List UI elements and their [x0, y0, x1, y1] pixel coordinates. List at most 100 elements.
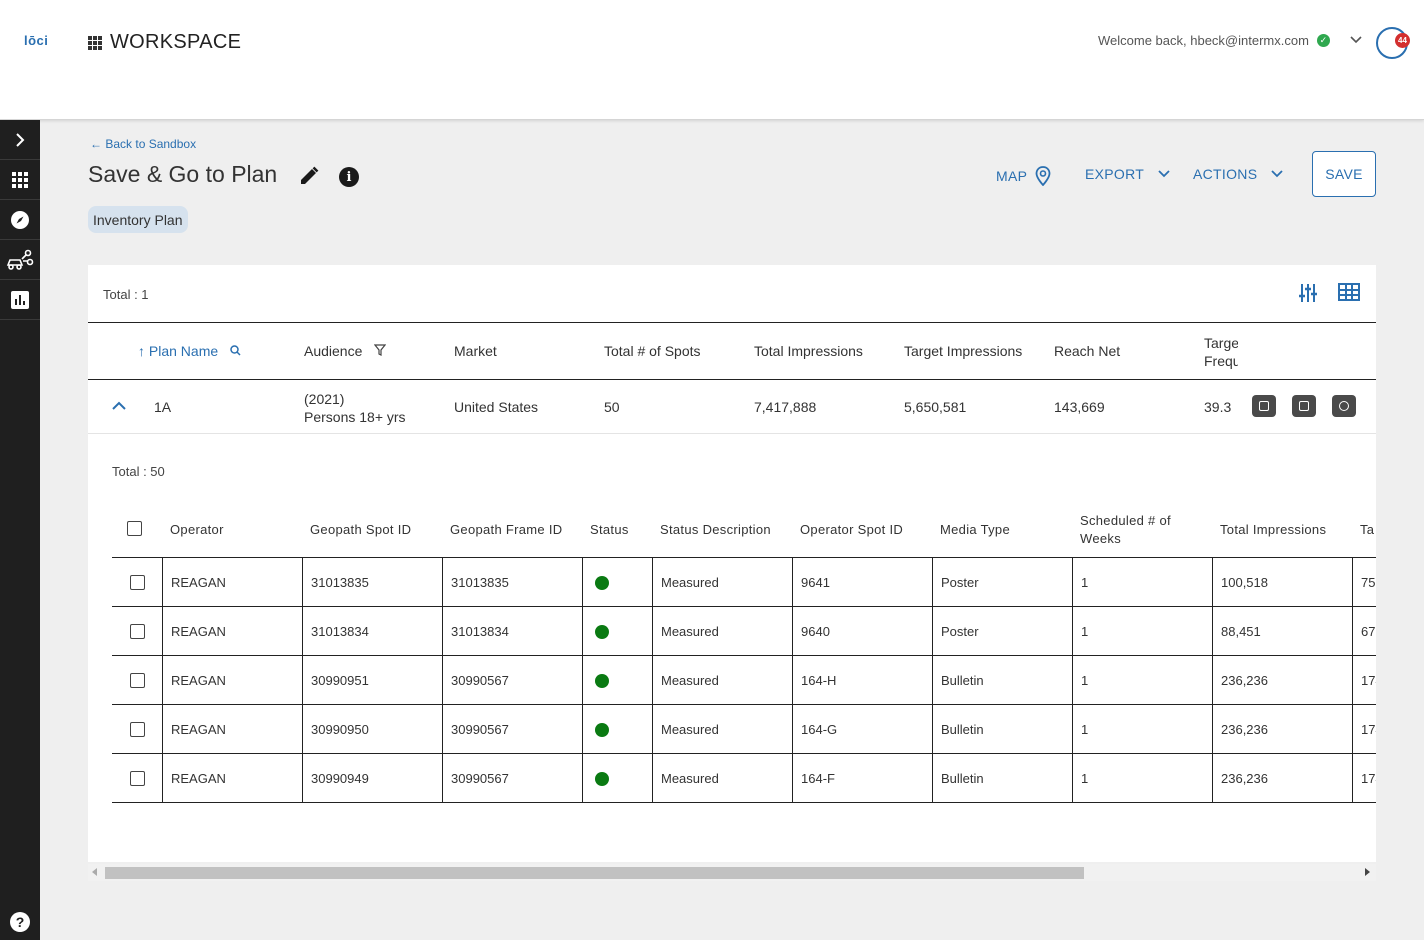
- info-icon[interactable]: i: [339, 167, 359, 187]
- search-icon[interactable]: [230, 345, 241, 356]
- status-dot-icon: [595, 575, 609, 590]
- row-checkbox[interactable]: [112, 607, 162, 656]
- refresh-icon[interactable]: [1332, 395, 1356, 417]
- column-settings-icon[interactable]: [1298, 283, 1318, 303]
- row-checkbox[interactable]: [112, 754, 162, 803]
- spot-scheduled-weeks: 1: [1072, 754, 1212, 803]
- horizontal-scrollbar[interactable]: [88, 864, 1376, 881]
- spot-operator: REAGAN: [162, 607, 302, 656]
- actions-dropdown[interactable]: ACTIONS: [1193, 166, 1283, 182]
- help-icon[interactable]: ?: [10, 912, 30, 932]
- back-to-sandbox-link[interactable]: ← Back to Sandbox: [90, 137, 196, 151]
- spot-operator-spot-id: 164-H: [792, 656, 932, 705]
- row-checkbox[interactable]: [112, 656, 162, 705]
- spot-status-description: Measured: [652, 558, 792, 607]
- checkbox[interactable]: [129, 575, 145, 590]
- spot-target-impressions: 174: [1352, 656, 1376, 705]
- apps-grid-icon: [88, 35, 102, 50]
- spot-status-description: Measured: [652, 754, 792, 803]
- scheduled-weeks-column-header[interactable]: Scheduled # of Weeks: [1080, 512, 1190, 548]
- spot-geopath-id: 31013835: [302, 558, 442, 607]
- sidebar-item-explore[interactable]: [0, 200, 40, 240]
- table-view-icon[interactable]: [1338, 283, 1360, 301]
- app-logo[interactable]: lōci: [24, 33, 48, 48]
- filter-icon[interactable]: [374, 344, 387, 356]
- plan-name-column-header[interactable]: ↑ Plan Name: [138, 343, 241, 359]
- checkbox[interactable]: [129, 624, 145, 639]
- checkbox[interactable]: [129, 722, 145, 737]
- add-to-plan-icon[interactable]: [1252, 395, 1276, 417]
- table-row[interactable]: REAGAN 31013834 31013834 Measured 9640 Poster…: [112, 607, 1376, 656]
- sidebar-item-reports[interactable]: [0, 280, 40, 320]
- scroll-right-arrow-icon[interactable]: [1365, 868, 1370, 876]
- sort-arrow-up-icon[interactable]: ↑: [138, 343, 145, 359]
- plan-total-impressions: 7,417,888: [754, 399, 817, 415]
- spots-column-header[interactable]: Total # of Spots: [604, 343, 701, 359]
- spot-status-description: Measured: [652, 607, 792, 656]
- scroll-left-arrow-icon[interactable]: [92, 868, 97, 876]
- status-description-column-header[interactable]: Status Description: [660, 522, 771, 537]
- spot-media-type: Poster: [932, 607, 1072, 656]
- row-checkbox[interactable]: [112, 558, 162, 607]
- spot-geopath-id: 30990951: [302, 656, 442, 705]
- spot-media-type: Bulletin: [932, 754, 1072, 803]
- spot-operator-spot-id: 164-F: [792, 754, 932, 803]
- table-row[interactable]: REAGAN 30990951 30990567 Measured 164-H Bulle…: [112, 656, 1376, 705]
- status-dot-icon: [595, 673, 609, 688]
- sidebar-expand-button[interactable]: [0, 120, 40, 160]
- avatar[interactable]: 44: [1376, 27, 1410, 59]
- plan-reach-net: 143,669: [1054, 399, 1105, 415]
- scrollbar-thumb[interactable]: [105, 867, 1084, 879]
- arrow-left-icon: ←: [90, 137, 102, 151]
- frame-id-column-header[interactable]: Geopath Frame ID: [450, 522, 562, 537]
- delete-icon[interactable]: [1292, 395, 1316, 417]
- map-button[interactable]: MAP: [996, 166, 1051, 186]
- spot-media-type: Bulletin: [932, 656, 1072, 705]
- spot-status: [582, 705, 652, 754]
- collapse-row-icon[interactable]: [112, 397, 126, 413]
- operator-spot-id-column-header[interactable]: Operator Spot ID: [800, 522, 903, 537]
- checkbox[interactable]: [129, 771, 145, 786]
- chevron-down-icon[interactable]: [1350, 35, 1362, 47]
- export-dropdown[interactable]: EXPORT: [1085, 166, 1170, 182]
- edit-pencil-icon[interactable]: [298, 165, 320, 192]
- status-dot-icon: [595, 624, 609, 639]
- spot-total-impressions: 236,236: [1212, 656, 1352, 705]
- market-column-header[interactable]: Market: [454, 343, 497, 359]
- status-column-header[interactable]: Status: [590, 522, 629, 537]
- reach-net-column-header[interactable]: Reach Net: [1054, 343, 1120, 359]
- save-button[interactable]: SAVE: [1312, 151, 1376, 197]
- target-column-header[interactable]: Ta: [1360, 522, 1374, 537]
- spot-geopath-id: 30990949: [302, 754, 442, 803]
- operator-column-header[interactable]: Operator: [170, 522, 224, 537]
- spot-total-impressions: 236,236: [1212, 705, 1352, 754]
- spot-status-description: Measured: [652, 705, 792, 754]
- plans-total: Total : 1: [103, 287, 149, 302]
- sidebar-item-workspace[interactable]: [0, 160, 40, 200]
- spot-impressions-column-header[interactable]: Total Impressions: [1220, 522, 1326, 537]
- spot-id-column-header[interactable]: Geopath Spot ID: [310, 522, 411, 537]
- audience-column-header[interactable]: Audience: [304, 343, 387, 359]
- spot-frame-id: 31013834: [442, 607, 582, 656]
- spot-status: [582, 656, 652, 705]
- spot-operator: REAGAN: [162, 705, 302, 754]
- sidebar-item-network[interactable]: [0, 240, 40, 280]
- spot-operator-spot-id: 164-G: [792, 705, 932, 754]
- select-all-checkbox[interactable]: [127, 521, 142, 539]
- target-frequency-column-header[interactable]: Targe Frequ: [1204, 334, 1238, 370]
- table-row[interactable]: REAGAN 30990949 30990567 Measured 164-F Bulle…: [112, 754, 1376, 803]
- target-impressions-column-header[interactable]: Target Impressions: [904, 343, 1022, 359]
- user-menu[interactable]: Welcome back, hbeck@intermx.com ✓: [1098, 33, 1362, 48]
- table-row[interactable]: REAGAN 30990950 30990567 Measured 164-G Bulle…: [112, 705, 1376, 754]
- spot-media-type: Poster: [932, 558, 1072, 607]
- workspace-menu[interactable]: WORKSPACE: [88, 31, 241, 54]
- total-impressions-column-header[interactable]: Total Impressions: [754, 343, 863, 359]
- media-type-column-header[interactable]: Media Type: [940, 522, 1010, 537]
- row-checkbox[interactable]: [112, 705, 162, 754]
- table-row[interactable]: REAGAN 31013835 31013835 Measured 9641 Poster…: [112, 558, 1376, 607]
- spot-scheduled-weeks: 1: [1072, 705, 1212, 754]
- table-row[interactable]: 1A (2021) Persons 18+ yrs United States …: [88, 380, 1376, 434]
- checkbox[interactable]: [129, 673, 145, 688]
- spot-frame-id: 31013835: [442, 558, 582, 607]
- spot-scheduled-weeks: 1: [1072, 558, 1212, 607]
